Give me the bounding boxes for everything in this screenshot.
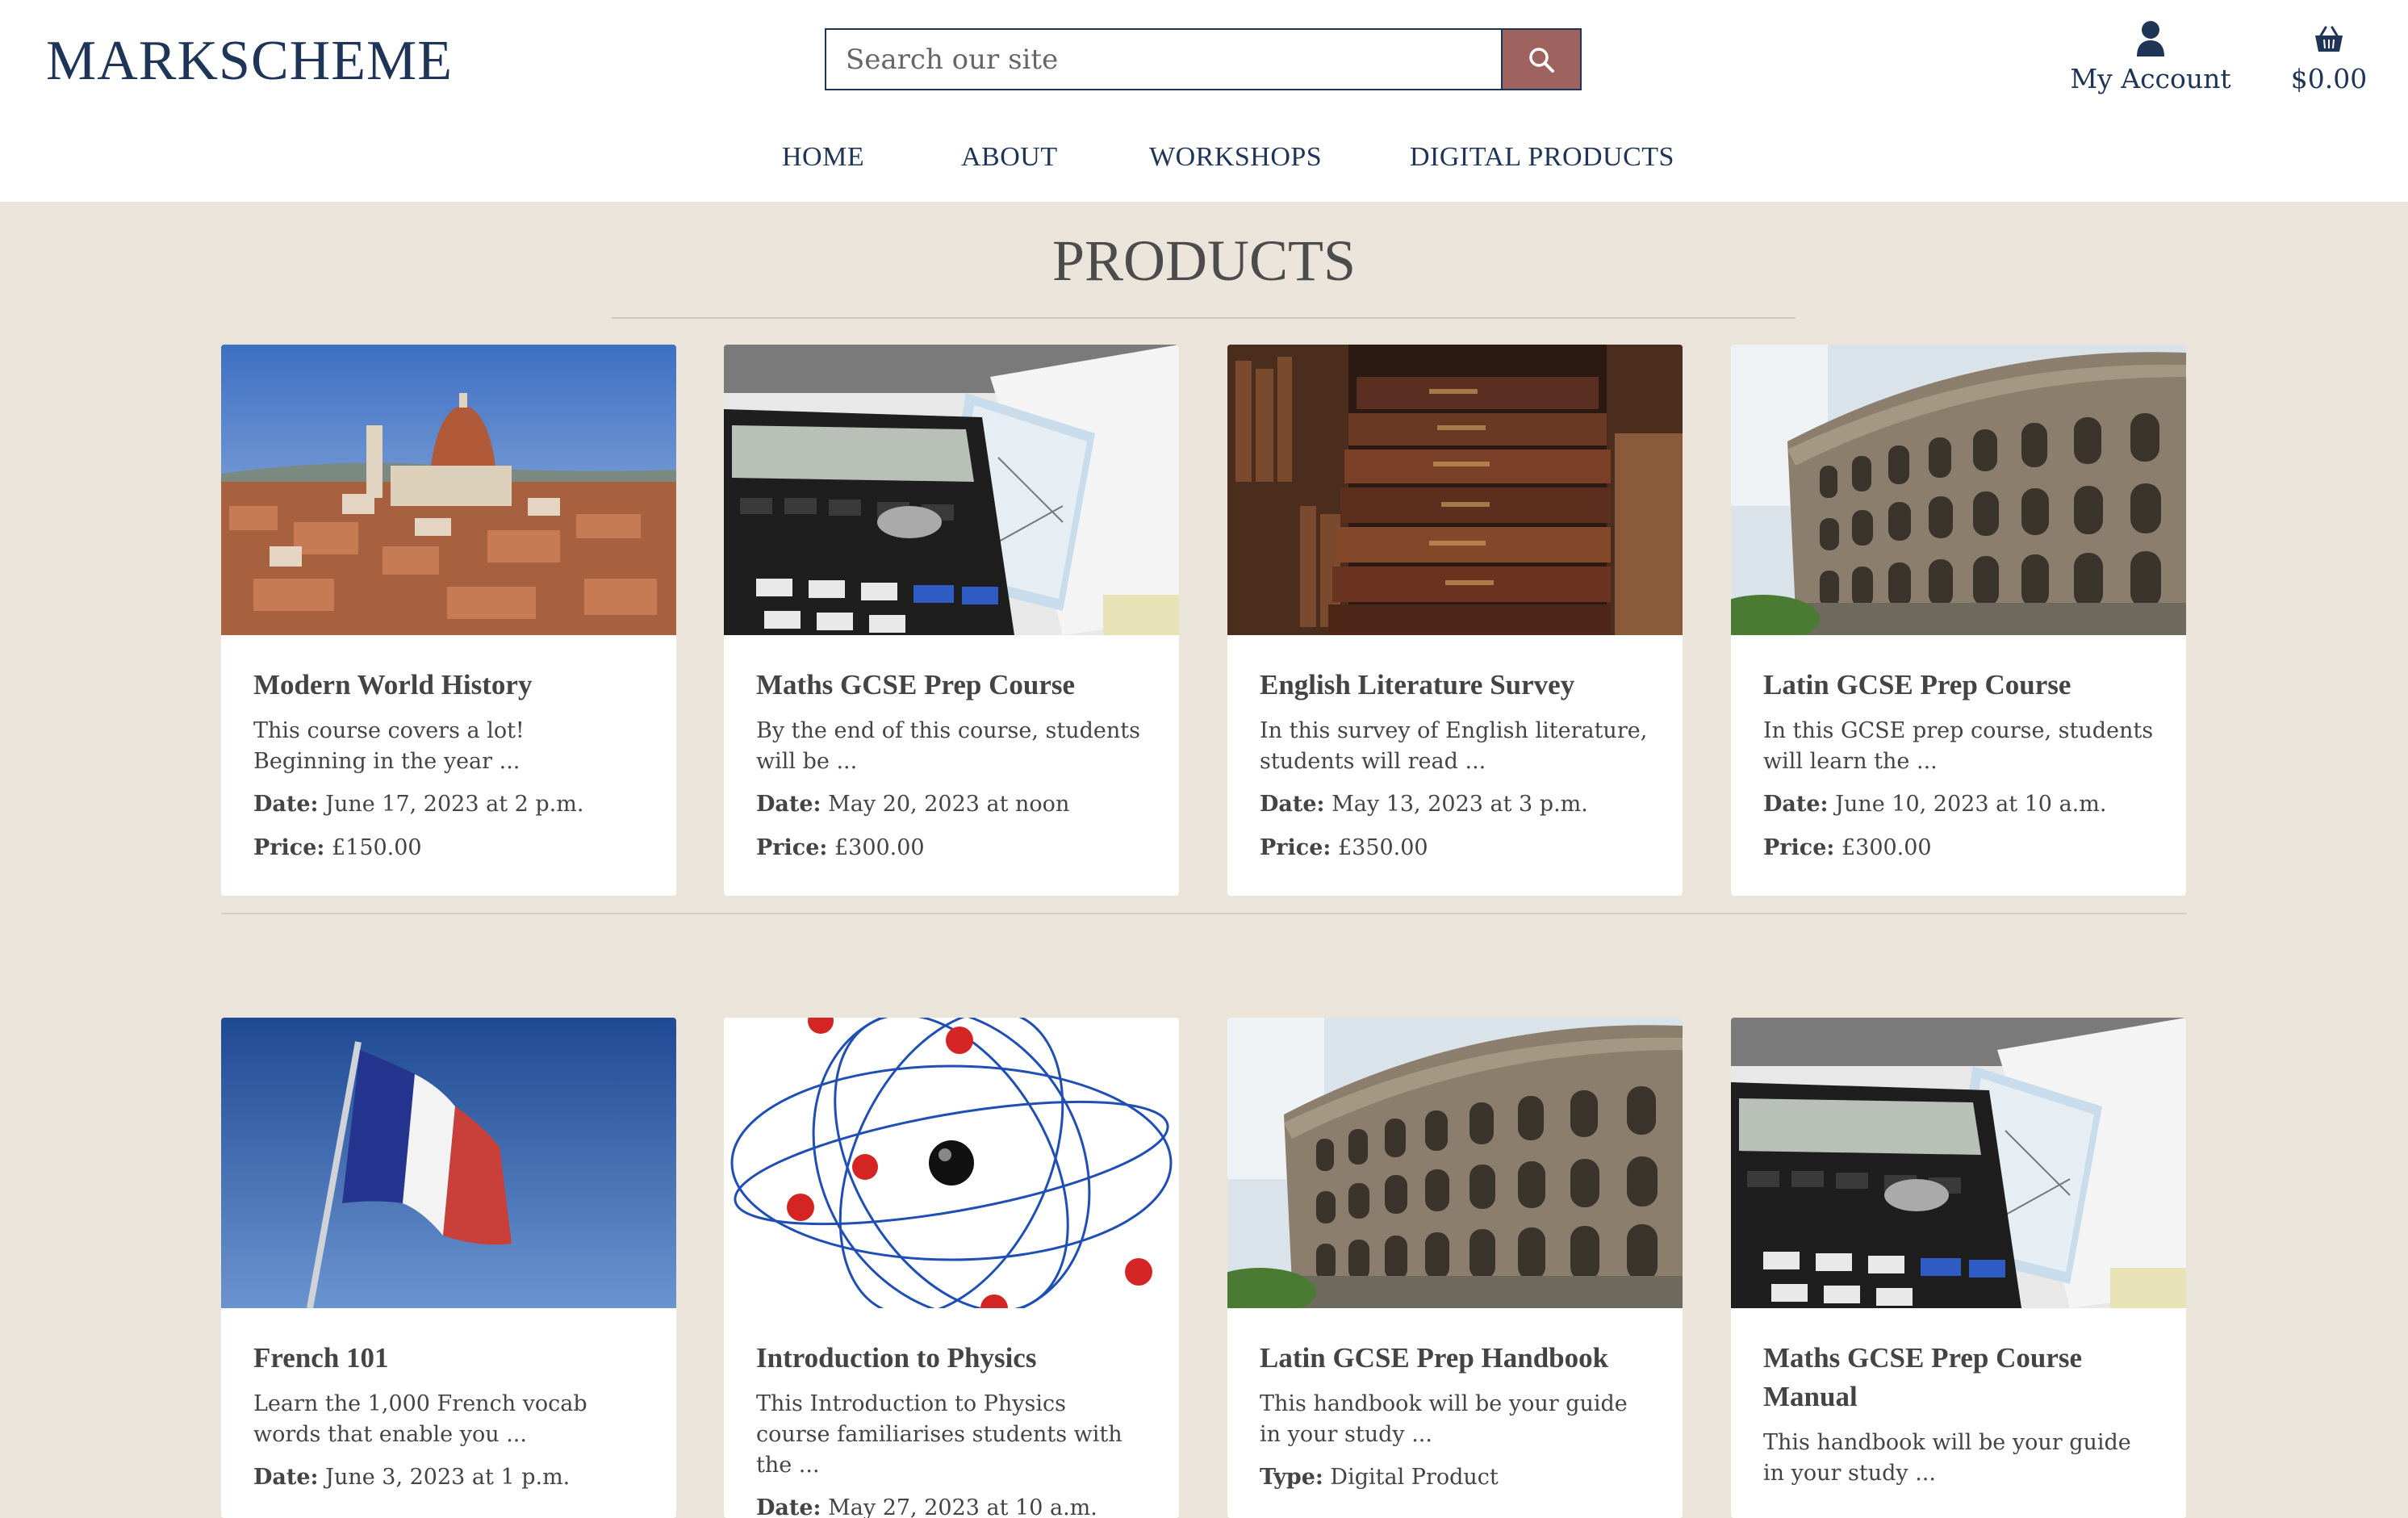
product-description: In this GCSE prep course, students will … [1763,718,2154,774]
product-price: Price: £300.00 [756,835,925,860]
product-title[interactable]: Introduction to Physics [756,1339,1147,1378]
cart-total: $0.00 [2290,63,2368,94]
row-divider [221,913,2187,914]
product-date: Date: May 13, 2023 at 3 p.m. [1260,792,1588,817]
site-header: MARKSCHEME My Account $0.00 HOME ABOUT [0,0,2408,202]
product-date: Date: June 10, 2023 at 10 a.m. [1763,792,2107,817]
product-title[interactable]: Latin GCSE Prep Course [1763,666,2154,705]
product-card[interactable]: French 101 Learn the 1,000 French vocab … [221,1018,676,1518]
cart-link[interactable]: $0.00 [2289,23,2369,97]
product-card[interactable]: Latin GCSE Prep Course In this GCSE prep… [1731,345,2186,896]
product-description: This handbook will be your guide in your… [1260,1391,1628,1447]
title-divider [612,317,1796,319]
product-image-florence [221,345,676,635]
page-title: PRODUCTS [1051,228,1357,293]
product-image-books [1227,345,1683,635]
product-date: Date: May 20, 2023 at noon [756,792,1070,817]
user-icon [2137,21,2164,56]
nav-digital-products[interactable]: DIGITAL PRODUCTS [1410,137,1674,178]
product-title[interactable]: French 101 [253,1339,644,1378]
product-description: This handbook will be your guide in your… [1763,1430,2131,1486]
product-card[interactable]: Maths GCSE Prep Course By the end of thi… [724,345,1179,896]
nav-workshops[interactable]: WORKSHOPS [1149,137,1322,178]
nav-home[interactable]: HOME [782,137,864,178]
product-image-calculator [1731,1018,2186,1308]
search-icon [1529,47,1554,73]
product-price: Price: £300.00 [1763,835,1932,860]
product-card[interactable]: Introduction to Physics This Introductio… [724,1018,1179,1518]
product-card[interactable]: Maths GCSE Prep Course Manual This handb… [1731,1018,2186,1518]
product-price: Price: £350.00 [1260,835,1428,860]
product-date: Date: June 3, 2023 at 1 p.m. [253,1465,571,1490]
my-account-link[interactable]: My Account [2066,19,2235,97]
product-image-french-flag [221,1018,676,1308]
product-price: Price: £150.00 [253,835,422,860]
product-card[interactable]: English Literature Survey In this survey… [1227,345,1683,896]
search-button[interactable] [1501,30,1580,89]
product-image-calculator [724,345,1179,635]
site-logo[interactable]: MARKSCHEME [46,29,453,94]
search-form [825,28,1582,90]
product-date: Date: May 27, 2023 at 10 a.m. [756,1495,1097,1518]
product-type: Type: Digital Product [1260,1465,1499,1490]
product-image-atom [724,1018,1179,1308]
product-card[interactable]: Modern World History This course covers … [221,345,676,896]
product-title[interactable]: Maths GCSE Prep Course Manual [1763,1339,2154,1416]
my-account-label: My Account [2070,63,2231,94]
product-title[interactable]: Latin GCSE Prep Handbook [1260,1339,1650,1378]
basket-icon [2315,26,2343,52]
product-date: Date: June 17, 2023 at 2 p.m. [253,792,584,817]
product-description: This Introduction to Physics course fami… [756,1391,1122,1478]
product-description: In this survey of English literature, st… [1260,718,1648,774]
product-description: By the end of this course, students will… [756,718,1140,774]
product-title[interactable]: Maths GCSE Prep Course [756,666,1147,705]
product-title[interactable]: English Literature Survey [1260,666,1650,705]
nav-about[interactable]: ABOUT [961,137,1058,178]
product-description: Learn the 1,000 French vocab words that … [253,1391,587,1447]
product-image-colosseum [1227,1018,1683,1308]
product-image-colosseum [1731,345,2186,635]
product-title[interactable]: Modern World History [253,666,644,705]
main-nav: HOME ABOUT WORKSHOPS DIGITAL PRODUCTS [0,137,2408,178]
product-description: This course covers a lot! Beginning in t… [253,718,525,774]
product-card[interactable]: Latin GCSE Prep Handbook This handbook w… [1227,1018,1683,1518]
search-input[interactable] [826,30,1501,89]
